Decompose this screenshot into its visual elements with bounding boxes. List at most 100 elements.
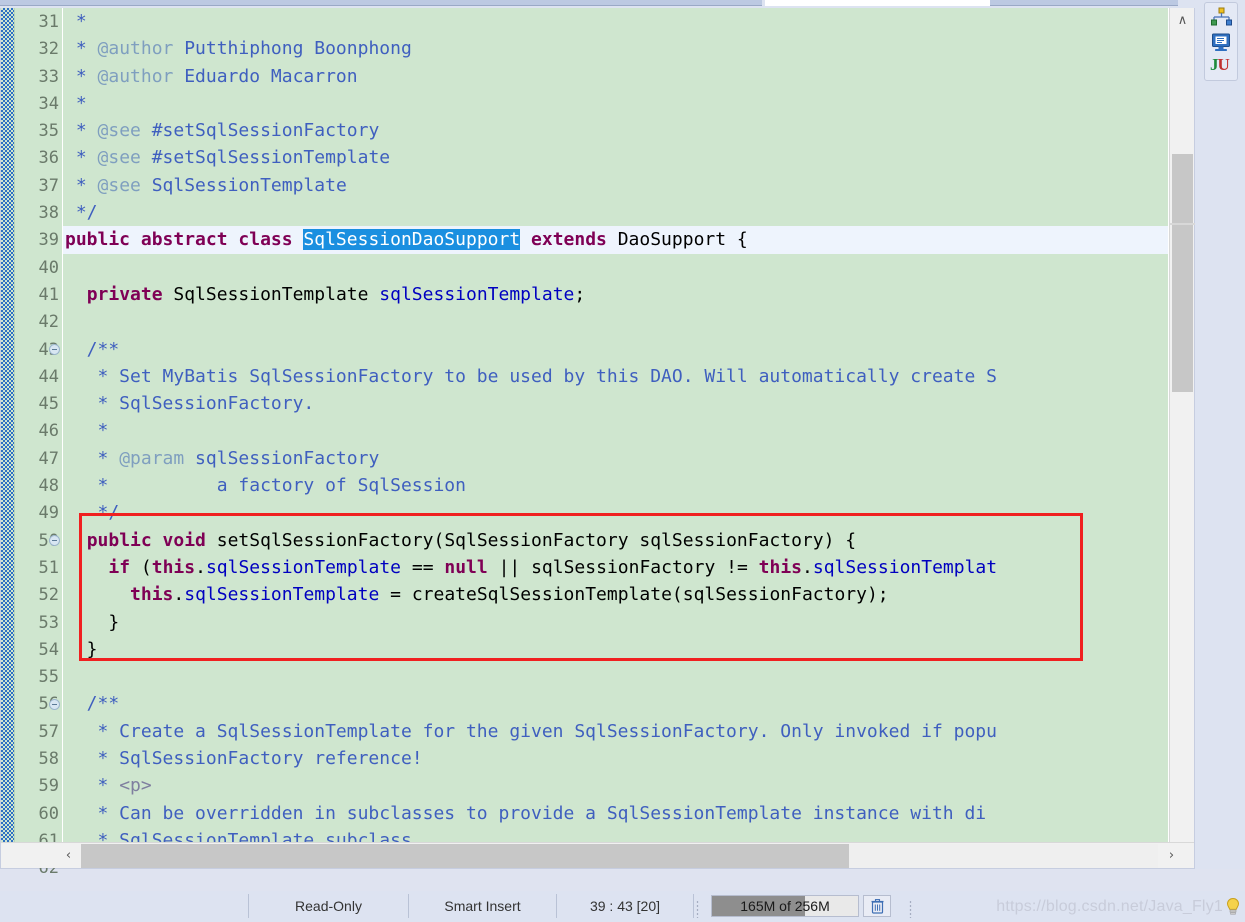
code-token: @see [97,147,141,169]
code-token: @author [97,38,174,60]
code-token: this [758,556,803,578]
fold-collapse-icon[interactable] [49,534,60,546]
status-insert-mode: Smart Insert [408,894,556,918]
tab-inactive-right[interactable] [990,0,1178,6]
status-memory-monitor: 165M of 256M [693,894,912,918]
status-bar: Read-Only Smart Insert 39 : 43 [20] 165M… [0,891,1245,922]
code-token: null [444,556,488,578]
code-line[interactable] [63,308,1168,335]
code-line[interactable]: } [63,636,1168,663]
vertical-scrollbar-thumb[interactable] [1172,154,1193,392]
junit-view-icon[interactable]: JU [1210,55,1232,77]
code-token: ; [574,283,586,305]
console-view-icon[interactable] [1210,31,1232,53]
hierarchy-view-icon[interactable] [1210,6,1232,28]
right-view-bar: JU [1195,0,1245,869]
code-line[interactable]: * @author Eduardo Macarron [63,63,1168,90]
code-token: @author [97,65,174,87]
code-token: private [86,283,163,305]
code-token: Eduardo Macarron [173,65,358,87]
code-token: SqlSessionTemplate [140,174,347,196]
code-line[interactable]: } [63,609,1168,636]
code-token: @see [97,174,141,196]
code-token: this [151,556,196,578]
tab-inactive-left[interactable] [0,0,762,6]
code-token: * SqlSessionFactory reference! [65,748,423,770]
code-folding-column[interactable] [46,8,63,861]
code-token: * Can be overridden in subclasses to pro… [65,802,987,824]
code-token: DaoSupport { [606,229,748,251]
code-line[interactable]: /** [63,690,1168,717]
code-token: @param [119,447,185,469]
code-token: sqlSessionFactory [184,447,380,469]
code-line[interactable]: * @see #setSqlSessionTemplate [63,144,1168,171]
code-token: * [65,447,120,469]
code-token: */ [65,202,98,224]
annotation-ruler[interactable] [1,8,15,861]
code-line[interactable] [63,254,1168,281]
code-line[interactable]: * @see #setSqlSessionFactory [63,117,1168,144]
code-line[interactable]: public void setSqlSessionFactory(SqlSess… [63,527,1168,554]
lightbulb-icon[interactable] [1226,897,1240,917]
code-line[interactable]: /** [63,336,1168,363]
memory-label: 165M of 256M [740,898,830,914]
code-token: * [65,775,120,797]
code-line[interactable]: * <p> [63,772,1168,799]
fold-collapse-icon[interactable] [49,698,60,710]
junit-j-letter: J [1210,55,1218,74]
code-token: Putthiphong Boonphong [173,38,412,60]
eclipse-ide-window: 3132333435363738394041424344454647484950… [0,0,1245,922]
code-token: . [173,584,185,606]
code-token: public abstract class [65,229,304,251]
scroll-right-icon[interactable]: › [1159,843,1184,868]
code-token: * SqlSessionFactory. [65,393,315,415]
code-token: #setSqlSessionFactory [140,120,380,142]
code-token: * Create a SqlSessionTemplate for the gi… [65,720,997,742]
code-token: /** [65,693,120,715]
code-token: */ [65,502,120,524]
code-token: sqlSessionTemplate [379,283,575,305]
trash-icon[interactable] [863,895,891,917]
code-line[interactable]: * @author Putthiphong Boonphong [63,35,1168,62]
horizontal-scrollbar[interactable]: ‹ › [1,842,1194,868]
code-token: * [65,65,98,87]
code-line[interactable]: public abstract class SqlSessionDaoSuppo… [63,226,1168,254]
code-line[interactable]: * Create a SqlSessionTemplate for the gi… [63,718,1168,745]
code-line[interactable]: * [63,90,1168,117]
code-line[interactable]: * SqlSessionFactory reference! [63,745,1168,772]
vertical-scrollbar[interactable]: ∧ ∨ [1169,8,1195,861]
code-line[interactable]: * SqlSessionFactory. [63,390,1168,417]
code-line[interactable]: this.sqlSessionTemplate = createSqlSessi… [63,581,1168,608]
code-token: setSqlSessionFactory(SqlSessionFactory s… [205,529,857,551]
code-line[interactable]: * a factory of SqlSession [63,472,1168,499]
code-line[interactable]: * [63,417,1168,444]
scroll-left-icon[interactable]: ‹ [56,843,81,868]
code-line[interactable]: * Set MyBatis SqlSessionFactory to be us… [63,363,1168,390]
code-token: /** [65,338,120,360]
code-line[interactable]: * @see SqlSessionTemplate [63,172,1168,199]
code-line[interactable]: */ [63,499,1168,526]
code-line[interactable]: * Can be overridden in subclasses to pro… [63,800,1168,827]
code-line[interactable] [63,663,1168,690]
scroll-up-icon[interactable]: ∧ [1170,8,1195,33]
watermark-text: https://blog.csdn.net/Java_Fly1 [996,898,1223,915]
tab-active[interactable] [765,0,990,6]
code-line[interactable]: if (this.sqlSessionTemplate == null || s… [63,554,1168,581]
code-token: sqlSessionTemplate [205,556,402,578]
code-line[interactable]: * @param sqlSessionFactory [63,445,1168,472]
code-line[interactable]: * [63,8,1168,35]
code-editor[interactable]: 3132333435363738394041424344454647484950… [0,8,1195,878]
code-line[interactable]: */ [63,199,1168,226]
code-token: @see [97,120,141,142]
code-line[interactable]: private SqlSessionTemplate sqlSessionTem… [63,281,1168,308]
code-token: . [195,556,206,578]
fold-collapse-icon[interactable] [49,343,60,355]
code-token: = createSqlSessionTemplate(sqlSessionFac… [379,584,889,606]
horizontal-scrollbar-thumb[interactable] [81,844,849,868]
status-cursor-position: 39 : 43 [20] [556,894,693,918]
code-text-area[interactable]: * * @author Putthiphong Boonphong * @aut… [63,8,1168,861]
code-token: * a factory of SqlSession [65,475,466,497]
